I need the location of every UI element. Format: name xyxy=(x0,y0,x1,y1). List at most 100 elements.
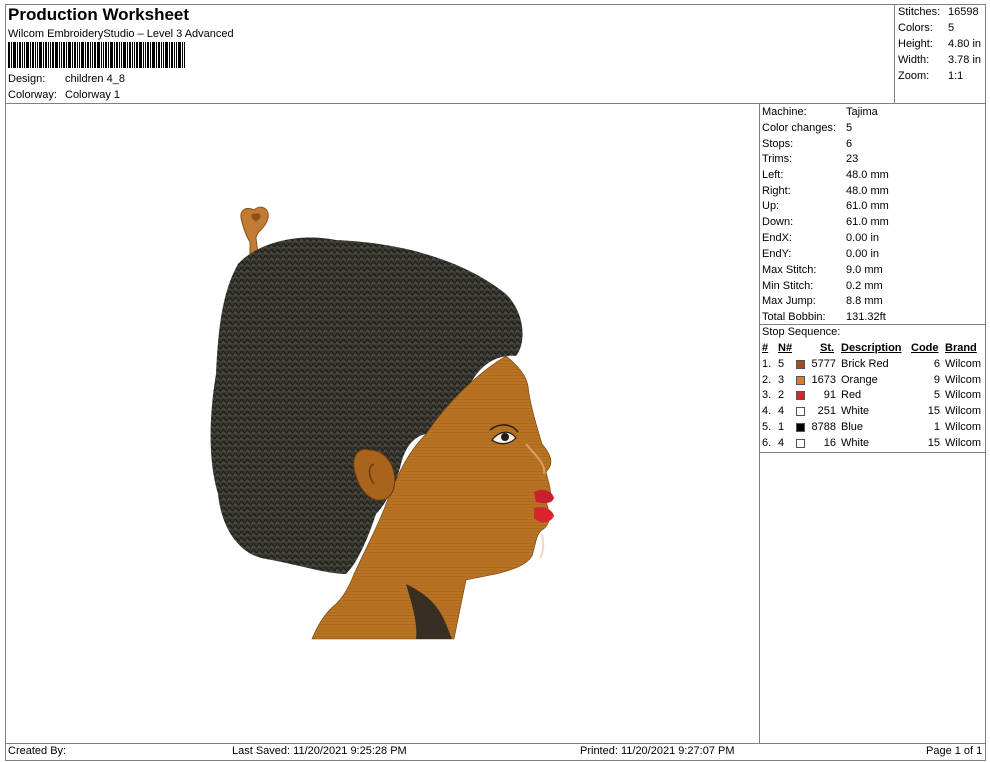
trims-row: Trims: 23 xyxy=(762,151,984,167)
right-row: Right: 48.0 mm xyxy=(762,183,984,199)
page-title: Production Worksheet xyxy=(8,5,190,24)
left-row: Left: 48.0 mm xyxy=(762,167,984,183)
seq-code: 15 xyxy=(927,436,940,449)
min-stitch-value: 0.2 mm xyxy=(846,280,883,292)
stop-sequence-row: 1. 5 5777 Brick Red 6 Wilcom xyxy=(762,357,986,373)
color-swatch xyxy=(796,391,805,401)
stop-sequence-row: 4. 4 251 White 15 Wilcom xyxy=(762,404,986,420)
seq-description: Brick Red xyxy=(841,357,889,370)
created-by: Created By: xyxy=(8,745,67,757)
machine-label: Machine: xyxy=(762,106,807,118)
width-value: 3.78 in xyxy=(948,54,982,66)
seq-code: 15 xyxy=(927,405,940,418)
info-divider-2 xyxy=(759,452,986,453)
seq-needle: 4 xyxy=(778,405,785,418)
down-value: 61.0 mm xyxy=(846,216,889,228)
color-changes-label: Color changes: xyxy=(762,122,836,134)
color-swatch xyxy=(796,438,805,448)
stitches-row: Stitches: 16598 xyxy=(898,4,986,20)
col-code-header: Code xyxy=(911,342,939,354)
seq-needle: 1 xyxy=(778,420,785,433)
seq-description: White xyxy=(841,405,870,418)
barcode-icon xyxy=(8,42,185,68)
color-swatch xyxy=(796,359,805,369)
stop-sequence-header: # N# St. Description Code Brand xyxy=(762,341,986,357)
zoom-value: 1:1 xyxy=(948,70,964,82)
seq-needle: 4 xyxy=(778,436,785,449)
width-row: Width: 3.78 in xyxy=(898,52,986,68)
design-label: Design: xyxy=(8,73,46,85)
last-saved: Last Saved: 11/20/2021 9:25:28 PM xyxy=(232,745,407,757)
height-label: Height: xyxy=(898,38,933,50)
right-value: 48.0 mm xyxy=(846,185,889,197)
stop-sequence-row: 6. 4 16 White 15 Wilcom xyxy=(762,436,986,452)
seq-description: White xyxy=(841,436,870,449)
stops-value: 6 xyxy=(846,138,853,150)
seq-description: Red xyxy=(841,389,862,402)
footer-box xyxy=(5,743,986,761)
seq-code: 6 xyxy=(933,357,940,370)
right-label: Right: xyxy=(762,185,791,197)
width-label: Width: xyxy=(898,54,930,66)
design-preview xyxy=(210,206,554,640)
stop-sequence-row: 5. 1 8788 Blue 1 Wilcom xyxy=(762,420,986,436)
col-brand-header: Brand xyxy=(945,342,977,354)
up-value: 61.0 mm xyxy=(846,200,889,212)
col-n-header: N# xyxy=(778,342,793,354)
seq-code: 1 xyxy=(933,420,940,433)
seq-num: 4. xyxy=(762,405,772,418)
up-row: Up: 61.0 mm xyxy=(762,198,984,214)
max-jump-row: Max Jump: 8.8 mm xyxy=(762,293,984,309)
down-label: Down: xyxy=(762,216,794,228)
stitches-label: Stitches: xyxy=(898,6,941,18)
seq-description: Orange xyxy=(841,373,878,386)
total-bobbin-label: Total Bobbin: xyxy=(762,311,826,323)
colors-label: Colors: xyxy=(898,22,933,34)
max-jump-label: Max Jump: xyxy=(762,295,816,307)
seq-needle: 3 xyxy=(778,373,785,386)
color-changes-row: Color changes: 5 xyxy=(762,120,984,136)
seq-description: Blue xyxy=(841,420,864,433)
col-num-header: # xyxy=(762,342,769,354)
total-bobbin-value: 131.32ft xyxy=(846,311,886,323)
page-number: Page 1 of 1 xyxy=(926,745,983,757)
min-stitch-label: Min Stitch: xyxy=(762,280,814,292)
seq-brand: Wilcom xyxy=(945,389,982,402)
stop-sequence-title: Stop Sequence: xyxy=(762,326,841,338)
height-row: Height: 4.80 in xyxy=(898,36,986,52)
seq-num: 1. xyxy=(762,357,772,370)
trims-value: 23 xyxy=(846,153,859,165)
down-row: Down: 61.0 mm xyxy=(762,214,984,230)
endy-value: 0.00 in xyxy=(846,248,880,260)
seq-brand: Wilcom xyxy=(945,373,982,386)
color-swatch xyxy=(796,422,805,432)
seq-brand: Wilcom xyxy=(945,436,982,449)
design-value: children 4_8 xyxy=(65,73,125,85)
seq-stitches: 8788 xyxy=(811,420,836,433)
seq-stitches: 251 xyxy=(817,405,836,418)
endx-value: 0.00 in xyxy=(846,232,880,244)
zoom-label: Zoom: xyxy=(898,70,930,82)
min-stitch-row: Min Stitch: 0.2 mm xyxy=(762,278,984,294)
left-label: Left: xyxy=(762,169,784,181)
seq-stitches: 16 xyxy=(823,436,836,449)
seq-num: 2. xyxy=(762,373,772,386)
machine-value: Tajima xyxy=(846,106,878,118)
seq-num: 5. xyxy=(762,420,772,433)
stop-sequence-row: 3. 2 91 Red 5 Wilcom xyxy=(762,388,986,404)
colorway-label: Colorway: xyxy=(8,89,57,101)
height-value: 4.80 in xyxy=(948,38,982,50)
colors-row: Colors: 5 xyxy=(898,20,986,36)
seq-num: 3. xyxy=(762,389,772,402)
seq-code: 5 xyxy=(933,389,940,402)
stop-sequence-row: 2. 3 1673 Orange 9 Wilcom xyxy=(762,373,986,389)
stop-sequence-rows: 1. 5 5777 Brick Red 6 Wilcom 2. 3 1673 Orange 9 Wil… xyxy=(762,357,986,452)
max-stitch-value: 9.0 mm xyxy=(846,264,883,276)
stitches-value: 16598 xyxy=(948,6,979,18)
col-description-header: Description xyxy=(841,342,902,354)
max-stitch-label: Max Stitch: xyxy=(762,264,817,276)
col-st-header: St. xyxy=(820,342,835,354)
seq-brand: Wilcom xyxy=(945,420,982,433)
seq-brand: Wilcom xyxy=(945,357,982,370)
color-swatch xyxy=(796,375,805,385)
